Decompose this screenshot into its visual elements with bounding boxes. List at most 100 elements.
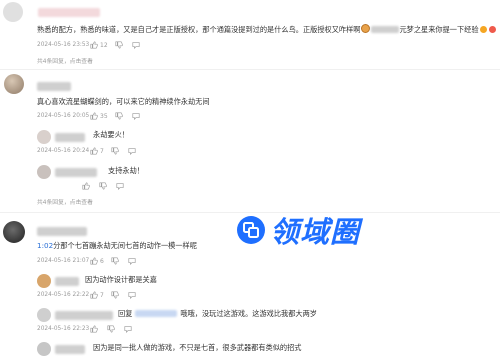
like-button[interactable]: 12: [90, 41, 108, 49]
comment-actions: 35: [90, 112, 149, 120]
emoji-icon: [361, 24, 371, 33]
reply-text: 永劫要火！: [93, 130, 129, 139]
reply-actions: 7: [90, 291, 145, 299]
like-button[interactable]: 6: [90, 257, 104, 265]
username[interactable]: [55, 277, 79, 286]
like-count: 6: [100, 257, 104, 265]
avatar[interactable]: [37, 308, 51, 322]
comment-actions: 12: [90, 41, 149, 49]
reply-time: 2024-05-16 22:22: [37, 292, 90, 298]
like-button[interactable]: 7: [90, 291, 104, 299]
reply-button[interactable]: [132, 112, 142, 120]
reply-icon: [132, 113, 140, 120]
dislike-button[interactable]: [111, 291, 121, 299]
like-button[interactable]: 7: [90, 147, 104, 155]
reply-text: 支持永劫！: [108, 166, 144, 175]
username[interactable]: [37, 82, 71, 91]
thumbs-down-icon: [99, 182, 107, 190]
username[interactable]: [55, 345, 85, 354]
avatar[interactable]: [37, 342, 51, 356]
thumbs-up-icon: [82, 182, 90, 190]
reply-icon: [128, 148, 136, 155]
username[interactable]: [38, 8, 100, 17]
username[interactable]: [55, 168, 97, 177]
reply-time: 2024-05-16 22:23: [37, 326, 90, 332]
thumbs-up-icon: [90, 41, 98, 49]
dislike-button[interactable]: [111, 257, 121, 265]
reply-button[interactable]: [124, 325, 134, 333]
comment-text-main: 分那个七首蹦永劫无间七首的动作一模一样呢: [53, 241, 197, 250]
thumbs-down-icon: [115, 41, 123, 49]
reply-text-main: 哦哦，没玩过这游戏。这游戏比我都大两岁: [180, 309, 317, 318]
comment-text-main: 熟悉的配方，熟悉的味道，又是自己才是正版授权，那个通篇没提到过的是什么鸟。正版授…: [37, 25, 361, 34]
comment-text: 真心喜欢流星蝴蝶剑的，可以来它的精神续作永劫无间: [37, 97, 210, 106]
emoji-icon: [488, 26, 496, 33]
username[interactable]: [55, 133, 85, 142]
thumbs-up-icon: [90, 147, 98, 155]
reply-button[interactable]: [116, 182, 126, 190]
dislike-button[interactable]: [115, 112, 125, 120]
like-count: 7: [100, 291, 104, 299]
dislike-button[interactable]: [107, 325, 117, 333]
dislike-button[interactable]: [99, 182, 109, 190]
avatar[interactable]: [3, 2, 23, 22]
mention[interactable]: [135, 310, 178, 317]
divider: [0, 69, 500, 70]
reply-button[interactable]: [132, 41, 142, 49]
reply-icon: [128, 292, 136, 299]
reply-icon: [116, 183, 124, 190]
like-button[interactable]: 35: [90, 112, 108, 120]
comment-time: 2024-05-16 21:07: [37, 258, 90, 264]
reply-text: 因为是同一批人做的游戏，不只是七首，很多武器都有类似的招式: [93, 343, 302, 352]
reply-icon: [124, 326, 132, 333]
like-count: 12: [100, 41, 108, 49]
dislike-button[interactable]: [111, 147, 121, 155]
like-count: 7: [100, 147, 104, 155]
reply-button[interactable]: [128, 147, 138, 155]
thumbs-down-icon: [111, 147, 119, 155]
watermark: 领域圈: [236, 209, 360, 251]
reply-actions: 7: [90, 147, 145, 155]
reply-text: 回复 哦哦，没玩过这游戏。这游戏比我都大两岁: [118, 309, 317, 319]
like-count: 35: [100, 112, 108, 120]
avatar[interactable]: [37, 274, 51, 288]
thumbs-up-icon: [90, 325, 98, 333]
reply-text: 因为动作设计都是关嘉: [85, 275, 157, 284]
reply-prefix: 回复: [118, 309, 133, 318]
dislike-button[interactable]: [115, 41, 125, 49]
thumbs-up-icon: [90, 291, 98, 299]
comment-text: 1:02分那个七首蹦永劫无间七首的动作一模一样呢: [37, 241, 197, 251]
thumbs-up-icon: [90, 112, 98, 120]
comment-time: 2024-05-16 20:05: [37, 113, 90, 119]
watermark-text: 领域圈: [270, 215, 361, 249]
avatar[interactable]: [3, 221, 25, 243]
thumbs-down-icon: [111, 291, 119, 299]
view-replies-link[interactable]: 共4条回复，点击查看: [37, 197, 93, 206]
avatar[interactable]: [37, 165, 51, 179]
thumbs-up-icon: [90, 257, 98, 265]
username[interactable]: [55, 311, 113, 320]
thumbs-down-icon: [107, 325, 115, 333]
mention[interactable]: [371, 26, 400, 33]
reply-icon: [132, 42, 140, 49]
reply-button[interactable]: [128, 257, 138, 265]
comment-text-tail: 元梦之星来你提一下经验: [399, 25, 479, 34]
thumbs-down-icon: [111, 257, 119, 265]
avatar[interactable]: [4, 74, 24, 94]
reply-button[interactable]: [128, 291, 138, 299]
emoji-icon: [479, 26, 487, 33]
comment-actions: 6: [90, 257, 145, 265]
thumbs-down-icon: [115, 112, 123, 120]
like-button[interactable]: [90, 325, 100, 333]
like-button[interactable]: [82, 182, 92, 190]
video-timestamp-link[interactable]: 1:02: [37, 241, 53, 250]
username[interactable]: [37, 227, 87, 236]
reply-time: 2024-05-16 20:24: [37, 148, 90, 154]
reply-actions: [82, 182, 133, 190]
view-replies-link[interactable]: 共4条回复，点击查看: [37, 56, 93, 65]
avatar[interactable]: [37, 130, 51, 144]
reply-actions: [90, 325, 141, 333]
reply-icon: [128, 258, 136, 265]
watermark-logo-icon: [237, 216, 265, 244]
comment-text: 熟悉的配方，熟悉的味道，又是自己才是正版授权，那个通篇没提到过的是什么鸟。正版授…: [37, 24, 497, 35]
